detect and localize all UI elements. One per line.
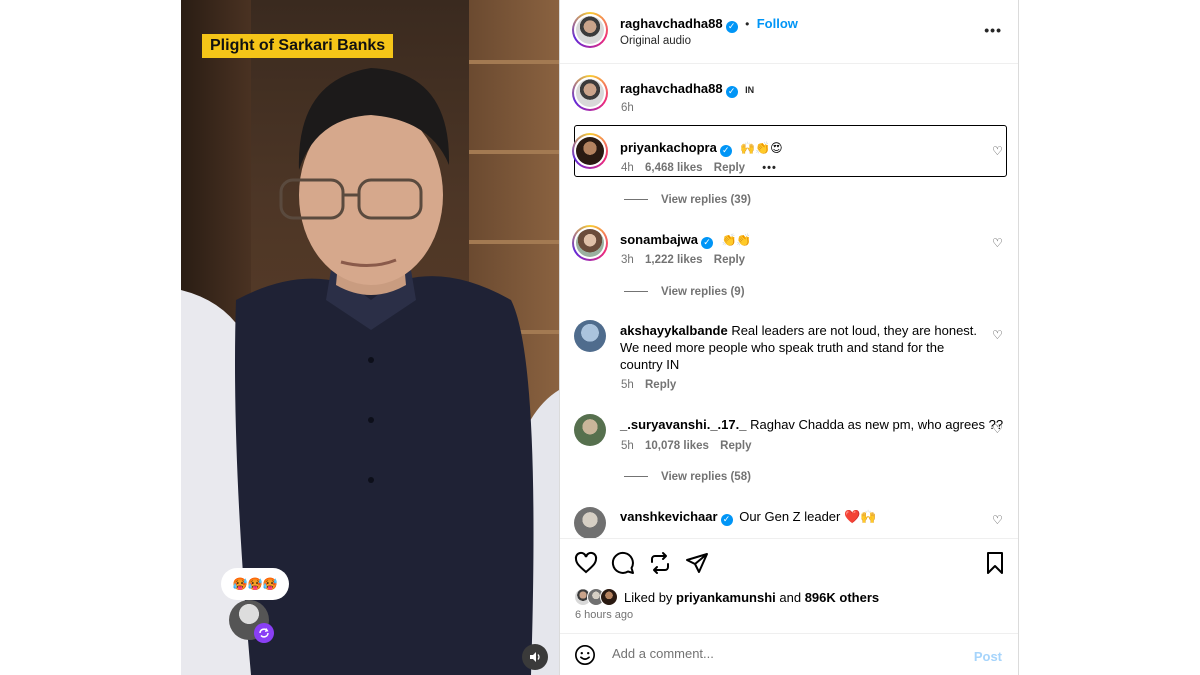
save-bookmark-icon[interactable] <box>983 551 1007 575</box>
commenter-avatar[interactable] <box>572 133 608 169</box>
comment-username[interactable]: priyankachopra <box>620 140 717 155</box>
like-comment-heart-icon[interactable]: ♡ <box>992 237 1004 249</box>
share-send-icon[interactable] <box>685 551 709 575</box>
comment-likes[interactable]: 1,222 likes <box>645 254 703 266</box>
comment-meta: 3h 1,222 likes Reply <box>621 254 745 266</box>
follow-button[interactable]: Follow <box>757 16 798 31</box>
comment-text: Raghav Chadda as new pm, who agrees ?? <box>750 417 1004 432</box>
comment-text: Real leaders are not loud, they are hone… <box>731 323 978 338</box>
like-comment-heart-icon[interactable]: ♡ <box>992 329 1004 341</box>
audio-link[interactable]: Original audio <box>620 35 691 47</box>
verified-badge-icon: ✓ <box>719 144 732 157</box>
comment-row: vanshkevichaar ✓ Our Gen Z leader ❤️🙌 <box>620 508 876 526</box>
video-caption: Plight of Sarkari Banks <box>202 34 394 58</box>
liked-by-row: Liked by priyankamunshi and 896K others <box>574 587 879 607</box>
verified-badge-icon: ✓ <box>725 20 738 33</box>
commenter-avatar[interactable] <box>574 414 606 446</box>
commenter-avatar[interactable] <box>574 320 606 352</box>
instagram-post-modal: Plight of Sarkari Banks 🥵🥵🥵 raghavchadha… <box>0 0 1200 675</box>
emoji-bubble: 🥵🥵🥵 <box>221 568 289 600</box>
comment-meta: 5h 10,078 likes Reply <box>621 440 751 452</box>
comment-text: 👏👏 <box>721 233 752 247</box>
reply-button[interactable]: Reply <box>645 379 676 391</box>
post-header: raghavchadha88 ✓ • Follow Original audio … <box>560 0 1018 64</box>
comment-text: Our Gen Z leader ❤️🙌 <box>739 509 877 524</box>
comment-row: _.suryavanshi._.17._ Raghav Chadda as ne… <box>620 416 1003 433</box>
post-side-panel: raghavchadha88 ✓ • Follow Original audio … <box>559 0 1019 675</box>
comment-time: 5h <box>621 379 634 391</box>
comment-text-line: We need more people who speak truth and … <box>620 340 945 355</box>
reel-video[interactable]: Plight of Sarkari Banks 🥵🥵🥵 <box>181 0 559 675</box>
liked-by-and: and <box>779 589 802 605</box>
comment-row: sonambajwa ✓ 👏👏 <box>620 231 751 249</box>
comment-text: 🙌👏😍 <box>740 141 783 155</box>
comment-username[interactable]: sonambajwa <box>620 232 698 247</box>
comment-input[interactable] <box>612 646 952 661</box>
reply-button[interactable]: Reply <box>714 254 745 266</box>
comment-meta: 4h 6,468 likes Reply ••• <box>621 162 777 174</box>
verified-badge-icon: ✓ <box>725 85 738 98</box>
view-replies-button[interactable]: View replies (58) <box>624 471 751 483</box>
commenter-avatar[interactable] <box>572 225 608 261</box>
more-options-icon[interactable]: ••• <box>984 22 1002 38</box>
speaker-icon[interactable] <box>522 644 548 670</box>
repost-icon[interactable] <box>648 551 672 575</box>
bubble-emojis: 🥵🥵🥵 <box>232 577 278 591</box>
like-comment-heart-icon[interactable]: ♡ <box>992 514 1004 526</box>
add-comment-bar: Post <box>560 633 1018 675</box>
comment-time: 4h <box>621 162 634 174</box>
liked-by-prefix: Liked by <box>624 589 673 605</box>
view-replies-button[interactable]: View replies (39) <box>624 194 751 206</box>
like-comment-heart-icon[interactable]: ♡ <box>992 145 1004 157</box>
reply-button[interactable]: Reply <box>714 162 745 174</box>
comment-meta: 5h Reply <box>621 379 676 391</box>
caption-time: 6h <box>621 102 634 114</box>
reply-button[interactable]: Reply <box>720 440 751 452</box>
comment-bubble-icon[interactable] <box>611 551 635 575</box>
liker-avatar <box>600 588 618 606</box>
post-timestamp: 6 hours ago <box>575 609 634 621</box>
caption-author-avatar[interactable] <box>572 75 608 111</box>
like-heart-icon[interactable] <box>574 551 598 575</box>
author-username[interactable]: raghavchadha88 <box>620 16 723 31</box>
caption-username[interactable]: raghavchadha88 <box>620 81 723 96</box>
comment-text-line: country IN <box>620 357 680 372</box>
post-comment-button[interactable]: Post <box>974 649 1002 664</box>
like-comment-heart-icon[interactable]: ♡ <box>992 423 1004 435</box>
comment-time: 3h <box>621 254 634 266</box>
view-replies-button[interactable]: View replies (9) <box>624 286 745 298</box>
liked-by-others[interactable]: 896K others <box>805 590 879 605</box>
remix-icon[interactable] <box>254 623 274 643</box>
liked-by-user[interactable]: priyankamunshi <box>676 590 776 605</box>
comment-likes[interactable]: 6,468 likes <box>645 162 703 174</box>
comment-row: priyankachopra ✓ 🙌👏😍 <box>620 139 783 157</box>
comment-likes[interactable]: 10,078 likes <box>645 440 709 452</box>
post-actions: Liked by priyankamunshi and 896K others … <box>560 538 1018 633</box>
commenter-avatar[interactable] <box>574 507 606 538</box>
comment-row: akshayykalbande Real leaders are not lou… <box>620 322 980 373</box>
caption-flag: IN <box>745 85 755 95</box>
comment-more-icon[interactable]: ••• <box>762 162 777 174</box>
author-avatar[interactable] <box>572 12 608 48</box>
separator-dot: • <box>745 17 750 31</box>
comment-time: 5h <box>621 440 634 452</box>
comment-username[interactable]: akshayykalbande <box>620 323 728 338</box>
comment-clip: vanshkevichaar ✓ Our Gen Z leader ❤️🙌 ♡ <box>560 500 1018 538</box>
verified-badge-icon: ✓ <box>720 513 733 526</box>
comment-username[interactable]: vanshkevichaar <box>620 509 718 524</box>
emoji-picker-icon[interactable] <box>574 644 596 666</box>
verified-badge-icon: ✓ <box>701 236 714 249</box>
comment-username[interactable]: _.suryavanshi._.17._ <box>620 417 746 432</box>
